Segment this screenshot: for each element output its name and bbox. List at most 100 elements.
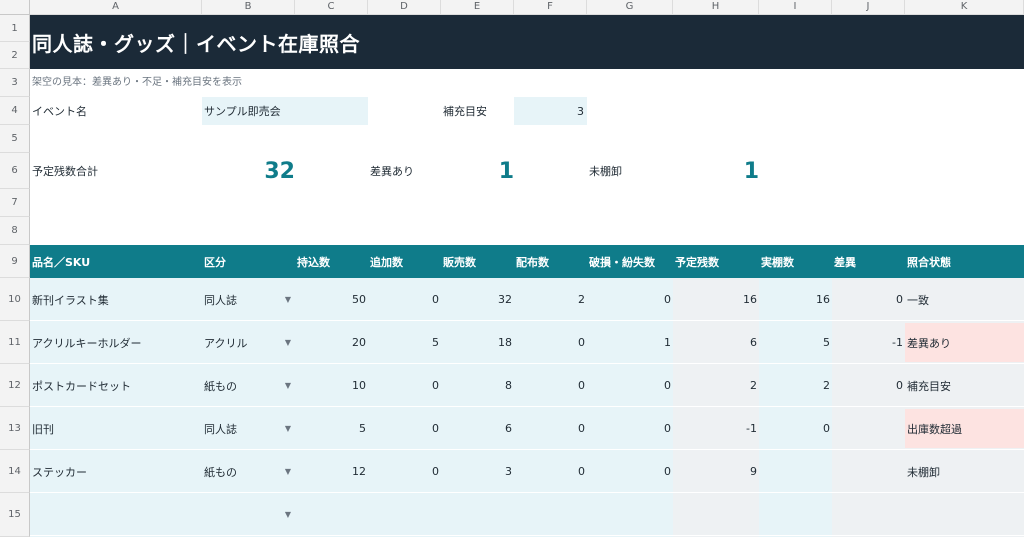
brought-cell[interactable]: 10 bbox=[295, 364, 366, 407]
item-name-cell[interactable] bbox=[32, 493, 200, 536]
row-header-13[interactable]: 13 bbox=[0, 407, 30, 450]
difference-cell: 0 bbox=[896, 379, 903, 392]
column-header-c[interactable]: C bbox=[295, 0, 368, 15]
added-cell[interactable]: 5 bbox=[368, 321, 439, 364]
column-header-e[interactable]: E bbox=[441, 0, 514, 15]
row-header-14[interactable]: 14 bbox=[0, 450, 30, 493]
actual-count-cell[interactable] bbox=[759, 493, 830, 536]
actual-count-cell[interactable]: 16 bbox=[759, 278, 830, 321]
check-status-cell: 一致 bbox=[907, 293, 929, 307]
brought-cell[interactable]: 5 bbox=[295, 407, 366, 450]
discrepancy-count-value: 1 bbox=[498, 158, 514, 184]
item-name-cell[interactable]: 新刊イラスト集 bbox=[32, 278, 200, 321]
added-cell[interactable] bbox=[368, 493, 439, 536]
header-planned-remaining: 予定残数 bbox=[675, 255, 719, 269]
added-cell[interactable]: 0 bbox=[368, 450, 439, 493]
planned-remaining-total-label: 予定残数合計 bbox=[32, 165, 98, 178]
column-header-j[interactable]: J bbox=[832, 0, 905, 15]
damaged-lost-cell[interactable]: 0 bbox=[587, 450, 671, 493]
column-header-g[interactable]: G bbox=[587, 0, 673, 15]
sold-cell[interactable]: 8 bbox=[441, 364, 512, 407]
difference-cell bbox=[832, 493, 903, 536]
row-header-1[interactable]: 1 bbox=[0, 15, 30, 42]
sold-cell[interactable]: 32 bbox=[441, 278, 512, 321]
category-dropdown-icon[interactable]: ▼ bbox=[280, 450, 296, 493]
difference-cell: 0 bbox=[896, 293, 903, 306]
distributed-cell[interactable]: 0 bbox=[514, 321, 585, 364]
row-header-12[interactable]: 12 bbox=[0, 364, 30, 407]
brought-cell[interactable]: 20 bbox=[295, 321, 366, 364]
item-name-cell[interactable]: ポストカードセット bbox=[32, 364, 200, 407]
row-header-7[interactable]: 7 bbox=[0, 189, 30, 217]
sold-cell[interactable]: 3 bbox=[441, 450, 512, 493]
category-dropdown-icon[interactable]: ▼ bbox=[280, 493, 296, 536]
column-header-k[interactable]: K bbox=[905, 0, 1024, 15]
damaged-lost-cell[interactable]: 0 bbox=[587, 407, 671, 450]
actual-count-cell[interactable] bbox=[759, 450, 830, 493]
distributed-cell[interactable] bbox=[514, 493, 585, 536]
brought-cell[interactable]: 50 bbox=[295, 278, 366, 321]
category-cell[interactable]: 同人誌 bbox=[204, 407, 274, 450]
planned-remaining-cell: 2 bbox=[750, 379, 757, 392]
actual-count-cell[interactable]: 0 bbox=[759, 407, 830, 450]
column-header-h[interactable]: H bbox=[673, 0, 759, 15]
item-name-cell[interactable]: アクリルキーホルダー bbox=[32, 321, 200, 364]
item-name-cell[interactable]: ステッカー bbox=[32, 450, 200, 493]
brought-cell[interactable]: 12 bbox=[295, 450, 366, 493]
category-dropdown-icon[interactable]: ▼ bbox=[280, 364, 296, 407]
added-cell[interactable]: 0 bbox=[368, 278, 439, 321]
row-header-2[interactable]: 2 bbox=[0, 42, 30, 69]
category-cell[interactable]: アクリル bbox=[204, 321, 274, 364]
event-name-input[interactable]: サンプル即売会 bbox=[202, 97, 368, 125]
distributed-cell[interactable]: 0 bbox=[514, 407, 585, 450]
header-check-status: 照合状態 bbox=[907, 255, 951, 269]
damaged-lost-cell[interactable]: 1 bbox=[587, 321, 671, 364]
spreadsheet: A B C D E F G H I J K 1 2 3 4 5 6 7 8 9 … bbox=[0, 0, 1024, 537]
header-category: 区分 bbox=[204, 255, 226, 269]
item-name-cell[interactable]: 旧刊 bbox=[32, 407, 200, 450]
added-cell[interactable]: 0 bbox=[368, 407, 439, 450]
column-header-f[interactable]: F bbox=[514, 0, 587, 15]
brought-cell[interactable] bbox=[295, 493, 366, 536]
event-name-label: イベント名 bbox=[32, 105, 87, 118]
damaged-lost-cell[interactable] bbox=[587, 493, 671, 536]
damaged-lost-cell[interactable]: 0 bbox=[587, 278, 671, 321]
category-dropdown-icon[interactable]: ▼ bbox=[280, 407, 296, 450]
distributed-cell[interactable]: 0 bbox=[514, 364, 585, 407]
distributed-cell[interactable]: 2 bbox=[514, 278, 585, 321]
category-cell[interactable]: 同人誌 bbox=[204, 278, 274, 321]
uncounted-value: 1 bbox=[743, 158, 759, 184]
sold-cell[interactable] bbox=[441, 493, 512, 536]
row-header-11[interactable]: 11 bbox=[0, 321, 30, 364]
column-header-a[interactable]: A bbox=[30, 0, 202, 15]
category-dropdown-icon[interactable]: ▼ bbox=[280, 321, 296, 364]
damaged-lost-cell[interactable]: 0 bbox=[587, 364, 671, 407]
row-header-6[interactable]: 6 bbox=[0, 153, 30, 189]
select-all-corner[interactable] bbox=[0, 0, 30, 15]
category-dropdown-icon[interactable]: ▼ bbox=[280, 278, 296, 321]
header-brought: 持込数 bbox=[297, 255, 330, 269]
category-cell[interactable]: 紙もの bbox=[204, 450, 274, 493]
check-status-cell bbox=[905, 495, 1024, 534]
category-cell[interactable] bbox=[204, 493, 274, 536]
added-cell[interactable]: 0 bbox=[368, 364, 439, 407]
planned-remaining-total-value: 32 bbox=[264, 158, 295, 184]
actual-count-cell[interactable]: 5 bbox=[759, 321, 830, 364]
distributed-cell[interactable]: 0 bbox=[514, 450, 585, 493]
row-header-8[interactable]: 8 bbox=[0, 217, 30, 245]
row-header-5[interactable]: 5 bbox=[0, 125, 30, 153]
restock-threshold-input[interactable]: 3 bbox=[514, 97, 587, 125]
sold-cell[interactable]: 18 bbox=[441, 321, 512, 364]
row-header-9[interactable]: 9 bbox=[0, 245, 30, 278]
column-header-i[interactable]: I bbox=[759, 0, 832, 15]
category-cell[interactable]: 紙もの bbox=[204, 364, 274, 407]
difference-cell: -1 bbox=[892, 336, 903, 349]
column-header-b[interactable]: B bbox=[202, 0, 295, 15]
sold-cell[interactable]: 6 bbox=[441, 407, 512, 450]
row-header-4[interactable]: 4 bbox=[0, 97, 30, 125]
row-header-10[interactable]: 10 bbox=[0, 278, 30, 321]
column-header-d[interactable]: D bbox=[368, 0, 441, 15]
row-header-3[interactable]: 3 bbox=[0, 69, 30, 97]
actual-count-cell[interactable]: 2 bbox=[759, 364, 830, 407]
row-header-15[interactable]: 15 bbox=[0, 493, 30, 537]
